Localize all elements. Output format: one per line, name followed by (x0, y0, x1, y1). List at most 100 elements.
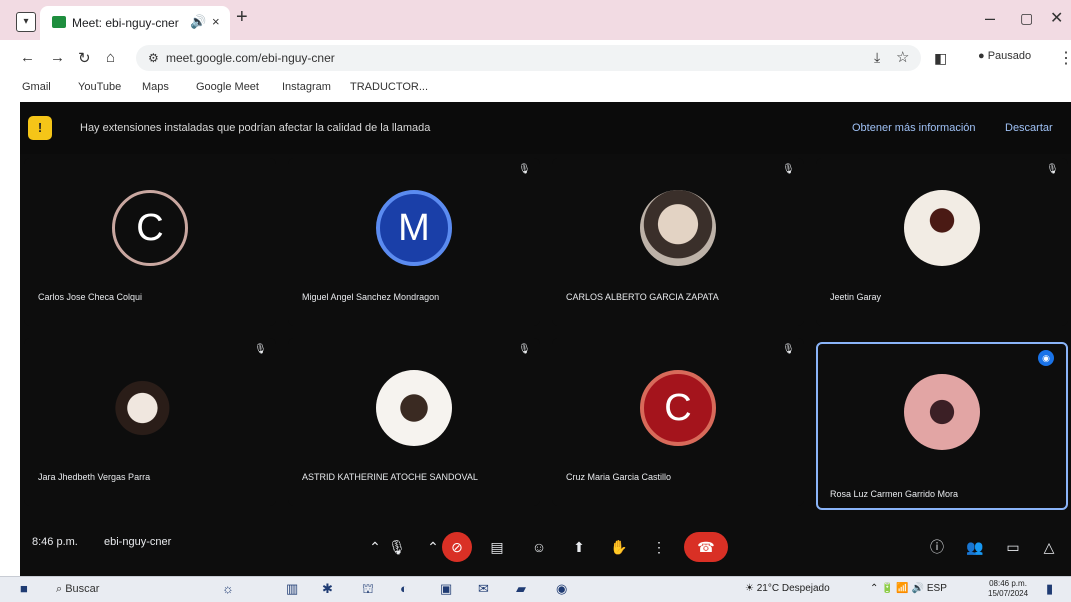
files-icon[interactable]: ✱ (322, 581, 333, 597)
mic-off-icon: 🎙 (1046, 164, 1059, 175)
mic-off-icon: 🎙 (518, 344, 531, 355)
home-icon[interactable]: ⌂ (106, 49, 115, 66)
activities-icon[interactable]: △ (1034, 532, 1064, 562)
warning-icon: ! (28, 116, 52, 140)
participant-photo (904, 374, 980, 450)
participant-name: ASTRID KATHERINE ATOCHE SANDOVAL (302, 472, 478, 482)
profile-label: Pausado (987, 50, 1032, 62)
extensions-banner: ! Hay extensiones instaladas que podrían… (20, 102, 1071, 154)
weather-widget[interactable]: ☀ 21°C Despejado (745, 583, 830, 594)
participant-name: CARLOS ALBERTO GARCIA ZAPATA (566, 292, 719, 302)
raise-hand-icon[interactable]: ✋ (604, 532, 634, 562)
learn-more-link[interactable]: Obtener más información (852, 122, 976, 134)
participant-avatar: C (112, 190, 188, 266)
tab-close-icon[interactable]: × (212, 14, 220, 29)
tab-strip: ▾ Meet: ebi-nguy-cner 🔊 × + – ▢ ✕ (0, 0, 1071, 40)
new-tab-icon[interactable]: + (236, 6, 248, 29)
meeting-code: ebi-nguy-cner (104, 536, 172, 548)
extensions-icon[interactable]: ◧ (934, 50, 947, 67)
emoji-icon[interactable]: ☺ (524, 532, 554, 562)
speaking-indicator-icon: ◉ (1038, 350, 1054, 366)
participant-photo (640, 190, 716, 266)
bookmark-item[interactable]: Maps (142, 81, 169, 93)
participant-tile-active[interactable]: ◉ Rosa Luz Carmen Garrido Mora (816, 342, 1068, 510)
chrome-icon[interactable]: ◉ (556, 581, 567, 597)
bookmark-item[interactable]: TRADUCTOR... (350, 81, 428, 93)
notifications-icon[interactable]: ▮ (1046, 581, 1053, 597)
captions-icon[interactable]: ▤ (482, 532, 512, 562)
dismiss-button[interactable]: Descartar (1005, 122, 1053, 134)
back-icon[interactable]: ← (20, 49, 35, 66)
toolbar: ← → ↻ ⌂ ⚙ meet.google.com/ebi-nguy-cner … (0, 40, 1071, 77)
participant-name: Rosa Luz Carmen Garrido Mora (830, 489, 959, 499)
participant-tile[interactable]: 🎙 C Cruz Maria Garcia Castillo (552, 338, 804, 506)
present-screen-icon[interactable]: ⬆ (564, 532, 594, 562)
minimize-icon[interactable]: – (985, 8, 995, 29)
participant-photo (376, 370, 452, 446)
weather-label: 21°C Despejado (756, 583, 830, 594)
participant-tile[interactable]: 🎙 M Miguel Angel Sanchez Mondragon (288, 158, 540, 326)
mic-off-icon: 🎙 (782, 344, 795, 355)
participant-name: Carlos Jose Checa Colqui (38, 292, 143, 302)
site-info-icon[interactable]: ⚙ (148, 51, 159, 65)
bookmark-item[interactable]: YouTube (78, 81, 121, 93)
system-tray[interactable]: ⌃ 🔋 📶 🔊 ESP (870, 583, 947, 594)
url-text[interactable]: meet.google.com/ebi-nguy-cner (166, 51, 335, 65)
participant-photo (112, 370, 188, 446)
task-view-icon[interactable]: ▥ (286, 581, 298, 597)
bookmark-item[interactable]: Google Meet (196, 81, 259, 93)
mic-off-icon: 🎙 (254, 344, 267, 355)
tray-language: ESP (926, 583, 947, 594)
maximize-icon[interactable]: ▢ (1020, 10, 1033, 27)
address-bar[interactable]: ⚙ meet.google.com/ebi-nguy-cner ⤓ ☆ (136, 45, 921, 71)
end-call-button[interactable]: ☎ (684, 532, 728, 562)
camera-off-button[interactable]: ⊘ (442, 532, 472, 562)
bookmarks-bar: Gmail YouTube Maps Google Meet Instagram… (0, 76, 1071, 100)
bookmark-item[interactable]: Gmail (22, 81, 51, 93)
start-icon[interactable]: ■ (20, 581, 28, 596)
taskbar-search[interactable]: ⌕ Buscar (56, 583, 99, 596)
tab-audio-icon[interactable]: 🔊 (190, 14, 206, 30)
clock-date: 15/07/2024 (988, 589, 1029, 598)
store-icon[interactable]: ⛫ (362, 581, 374, 599)
meeting-time: 8:46 p.m. (32, 536, 78, 548)
bookmark-star-icon[interactable]: ☆ (896, 48, 909, 66)
edge-icon[interactable]: ◐ (400, 581, 408, 596)
window-close-icon[interactable]: ✕ (1050, 8, 1063, 28)
widgets-icon[interactable]: ☼ (222, 581, 234, 596)
mic-icon[interactable]: 🎙 (382, 532, 412, 562)
info-icon[interactable]: ⓘ (922, 532, 952, 562)
meet-app-icon[interactable]: ▰ (516, 581, 526, 597)
people-icon[interactable]: 👥 (960, 532, 990, 562)
reload-icon[interactable]: ↻ (78, 49, 91, 67)
participant-photo (904, 190, 980, 266)
tab-title: Meet: ebi-nguy-cner (72, 16, 179, 30)
mic-off-icon: 🎙 (518, 164, 531, 175)
participant-tile[interactable]: 🎙 ASTRID KATHERINE ATOCHE SANDOVAL (288, 338, 540, 506)
active-tab[interactable]: Meet: ebi-nguy-cner 🔊 × (40, 6, 230, 40)
participant-tile[interactable]: C Carlos Jose Checa Colqui (24, 158, 276, 326)
chat-icon[interactable]: ▭ (998, 532, 1028, 562)
forward-icon[interactable]: → (50, 49, 65, 66)
clock-time: 08:46 p.m. (989, 579, 1027, 588)
participant-name: Jeetin Garay (830, 292, 882, 302)
tab-search-icon[interactable]: ▾ (16, 12, 36, 32)
meet-window: ! Hay extensiones instaladas que podrían… (20, 102, 1071, 576)
participant-name: Miguel Angel Sanchez Mondragon (302, 292, 440, 302)
taskbar: ■ ⌕ Buscar ☼ ▥ ✱ ⛫ ◐ ▣ ✉ ▰ ◉ ☀ 21°C Desp… (0, 576, 1071, 602)
app-icon[interactable]: ▣ (440, 581, 452, 597)
browser-menu-icon[interactable]: ⋮ (1058, 48, 1071, 68)
profile-button[interactable]: ● Pausado (978, 50, 1031, 62)
participant-avatar: C (640, 370, 716, 446)
bookmark-item[interactable]: Instagram (282, 81, 331, 93)
outlook-icon[interactable]: ✉ (478, 581, 489, 597)
meet-favicon-icon (52, 16, 66, 28)
more-options-icon[interactable]: ⋮ (644, 532, 674, 562)
participant-tile[interactable]: 🎙 Jara Jhedbeth Vergas Parra (24, 338, 276, 506)
participant-name: Cruz Maria Garcia Castillo (566, 472, 672, 482)
download-icon[interactable]: ⤓ (874, 49, 880, 66)
participant-tile[interactable]: 🎙 Jeetin Garay (816, 158, 1068, 326)
participant-avatar: M (376, 190, 452, 266)
taskbar-clock[interactable]: 08:46 p.m. 15/07/2024 (988, 579, 1028, 599)
participant-tile[interactable]: 🎙 CARLOS ALBERTO GARCIA ZAPATA (552, 158, 804, 326)
